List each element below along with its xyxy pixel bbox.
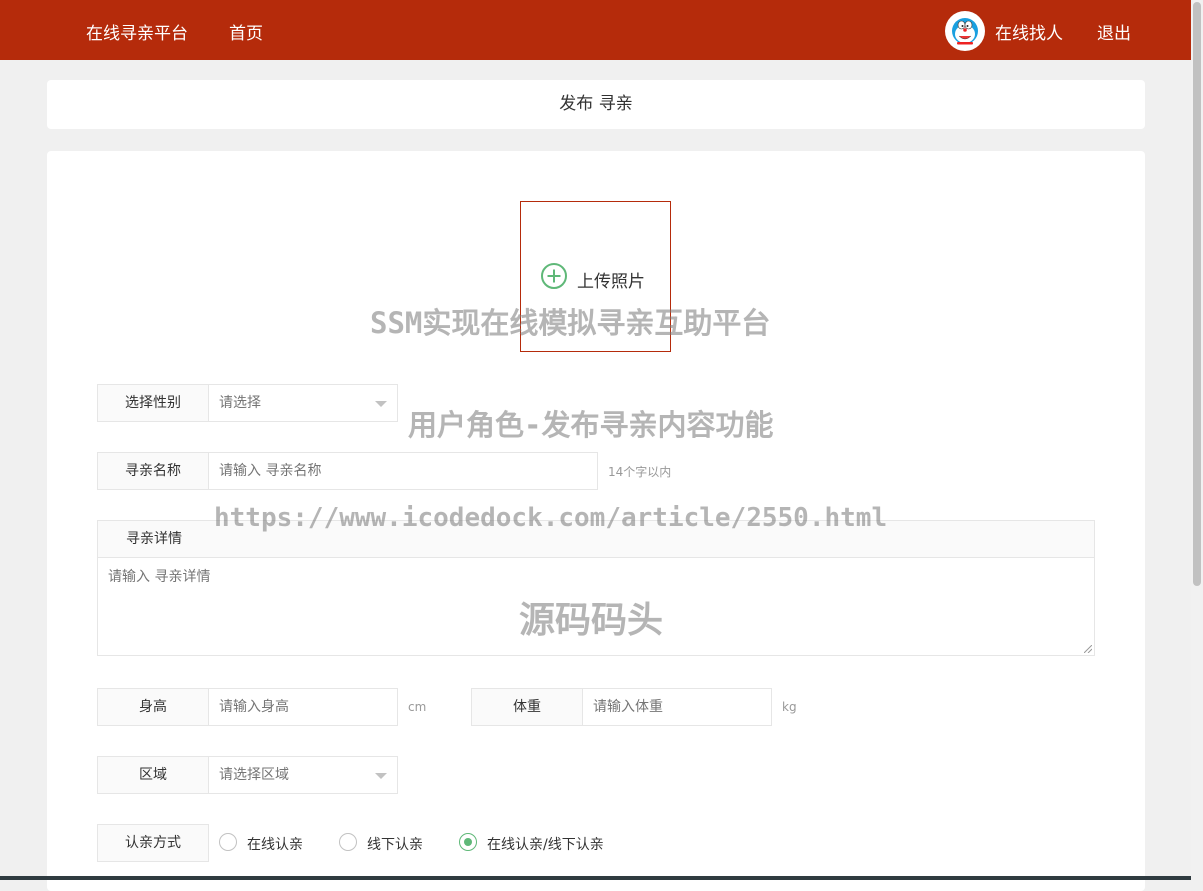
method-label: 认亲方式 bbox=[97, 824, 209, 862]
radio-online-label: 在线认亲 bbox=[247, 837, 303, 853]
name-hint: 14个字以内 bbox=[608, 465, 672, 479]
chevron-down-icon bbox=[375, 773, 387, 779]
bottom-taskbar-edge bbox=[0, 876, 1191, 880]
upload-photo-label: 上传照片 bbox=[577, 272, 645, 292]
radio-both-label: 在线认亲/线下认亲 bbox=[487, 837, 604, 853]
weight-input-placeholder: 请输入体重 bbox=[593, 699, 663, 715]
height-unit: cm bbox=[408, 700, 427, 714]
watermark-brand: 源码码头 bbox=[519, 600, 664, 641]
scrollbar-thumb[interactable] bbox=[1193, 2, 1201, 586]
nav-home-link[interactable]: 首页 bbox=[229, 19, 263, 44]
plus-circle-icon bbox=[541, 263, 567, 289]
watermark-title: SSM实现在线模拟寻亲互助平台 bbox=[370, 306, 771, 340]
watermark-subtitle: 用户角色-发布寻亲内容功能 bbox=[408, 408, 774, 442]
region-select[interactable]: 请选择区域 bbox=[209, 756, 398, 794]
height-input-placeholder: 请输入身高 bbox=[219, 699, 289, 715]
weight-label: 体重 bbox=[471, 688, 583, 726]
watermark-url: https://www.icodedock.com/article/2550.h… bbox=[214, 503, 888, 533]
radio-circle[interactable] bbox=[219, 833, 237, 851]
region-select-value: 请选择区域 bbox=[219, 767, 289, 783]
radio-offline-label: 线下认亲 bbox=[367, 837, 423, 853]
name-input-placeholder: 请输入 寻亲名称 bbox=[219, 463, 322, 479]
brand-link[interactable]: 在线寻亲平台 bbox=[86, 19, 188, 44]
doraemon-avatar-icon bbox=[952, 18, 978, 45]
height-input[interactable]: 请输入身高 bbox=[209, 688, 398, 726]
radio-circle-selected[interactable] bbox=[459, 833, 477, 851]
radio-circle[interactable] bbox=[339, 833, 357, 851]
name-input[interactable]: 请输入 寻亲名称 bbox=[209, 452, 598, 490]
page-scrollbar[interactable] bbox=[1191, 0, 1203, 880]
avatar[interactable] bbox=[945, 11, 985, 51]
detail-textarea-placeholder: 请输入 寻亲详情 bbox=[108, 569, 211, 585]
height-label: 身高 bbox=[97, 688, 209, 726]
gender-select[interactable]: 请选择 bbox=[209, 384, 398, 422]
weight-input[interactable]: 请输入体重 bbox=[583, 688, 772, 726]
weight-unit: kg bbox=[782, 700, 797, 714]
logout-link[interactable]: 退出 bbox=[1097, 19, 1131, 44]
top-navbar: 在线寻亲平台 首页 在线找人 退出 bbox=[0, 0, 1191, 60]
region-label: 区域 bbox=[97, 756, 209, 794]
page-title: 发布 寻亲 bbox=[47, 80, 1145, 129]
gender-select-value: 请选择 bbox=[219, 395, 261, 411]
chevron-down-icon bbox=[375, 401, 387, 407]
resize-handle-icon[interactable] bbox=[1084, 645, 1092, 653]
gender-label: 选择性别 bbox=[97, 384, 209, 422]
name-label: 寻亲名称 bbox=[97, 452, 209, 490]
username-link[interactable]: 在线找人 bbox=[995, 19, 1063, 44]
